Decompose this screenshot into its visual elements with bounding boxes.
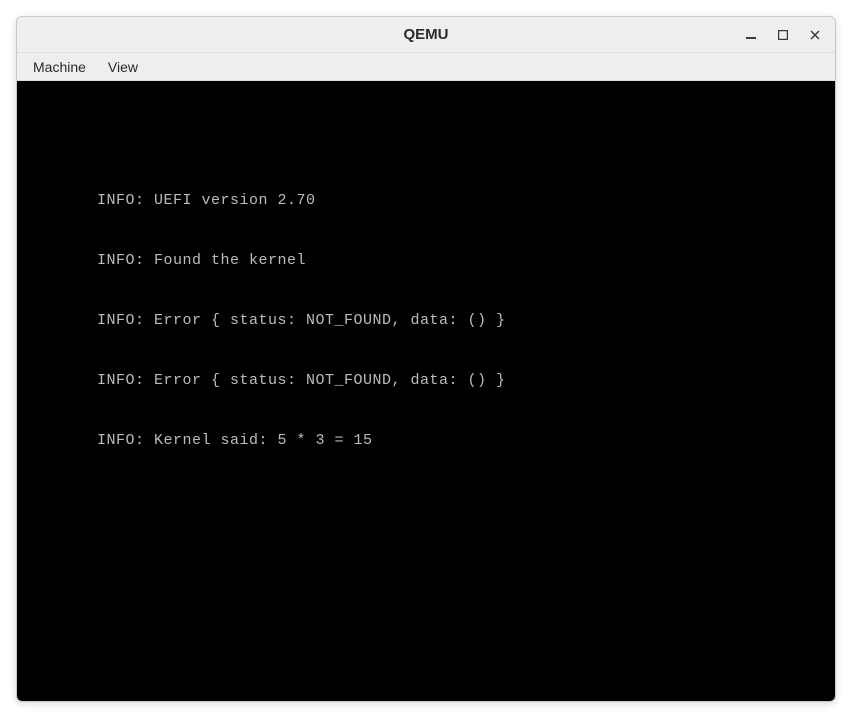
menu-view[interactable]: View	[98, 55, 148, 79]
window-controls	[737, 22, 829, 48]
minimize-icon	[746, 30, 756, 40]
window-title: QEMU	[404, 26, 449, 43]
terminal-line: INFO: UEFI version 2.70	[97, 191, 835, 211]
app-window: QEMU Machine View INFO: UEFI version 2.7…	[16, 16, 836, 702]
terminal-line: INFO: Error { status: NOT_FOUND, data: (…	[97, 311, 835, 331]
terminal-line: INFO: Kernel said: 5 * 3 = 15	[97, 431, 835, 451]
close-button[interactable]	[801, 22, 829, 48]
maximize-button[interactable]	[769, 22, 797, 48]
terminal-output: INFO: UEFI version 2.70 INFO: Found the …	[17, 81, 835, 701]
close-icon	[810, 30, 820, 40]
minimize-button[interactable]	[737, 22, 765, 48]
maximize-icon	[778, 30, 788, 40]
menu-machine[interactable]: Machine	[23, 55, 96, 79]
titlebar: QEMU	[17, 17, 835, 53]
terminal-line: INFO: Found the kernel	[97, 251, 835, 271]
menubar: Machine View	[17, 53, 835, 81]
terminal-line: INFO: Error { status: NOT_FOUND, data: (…	[97, 371, 835, 391]
